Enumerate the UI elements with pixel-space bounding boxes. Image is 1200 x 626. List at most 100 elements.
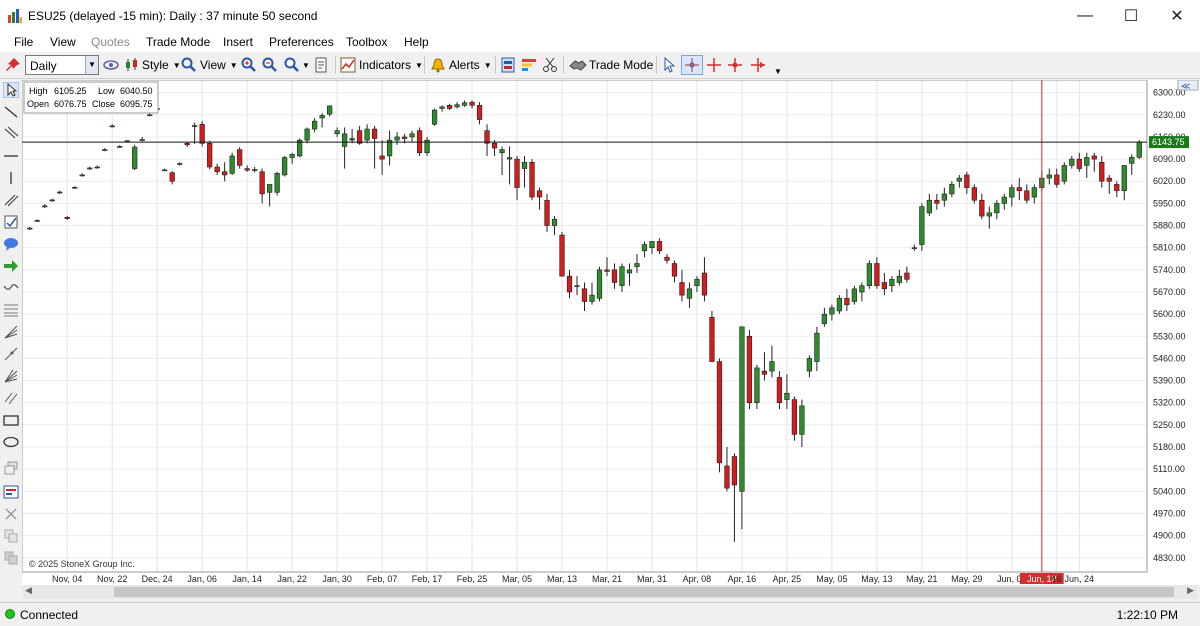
candle [529,159,535,201]
scissors-icon[interactable] [542,56,558,74]
high-value: 6105.25 [54,86,87,96]
app-logo-icon [8,9,22,23]
view-button[interactable]: View ▼ [181,56,238,74]
scroll-right-icon[interactable]: ▶ [1187,585,1194,596]
crosshair-plus-icon[interactable] [706,56,722,74]
alerts-button[interactable]: Alerts ▼ [430,56,492,74]
pitchfork-icon[interactable] [3,346,19,362]
y-tick-label: 5740.00 [1153,265,1186,275]
x-tick-label: May, 21 [906,574,937,584]
status-bar: Connected 1:22:10 PM [0,602,1200,626]
pin-icon[interactable] [5,57,21,73]
fibonacci-icon[interactable] [3,302,19,318]
bell-icon [431,58,445,73]
notes-icon[interactable] [3,214,19,230]
x-tick-label: May, 13 [861,574,892,584]
wave-icon[interactable] [3,280,19,296]
candle [431,108,438,126]
menu-toolbox[interactable]: Toolbox [346,35,387,49]
connection-status-icon [5,609,15,619]
toolbar-overflow-icon[interactable]: ▼ [774,62,782,80]
rectangle-icon[interactable] [3,412,19,428]
crosshair-arrow-icon[interactable] [750,56,766,74]
channel-icon[interactable] [3,192,19,208]
y-tick-label: 5180.00 [1153,442,1186,452]
select-arrow-icon[interactable] [3,82,19,98]
indicators-button[interactable]: Indicators ▼ [340,56,423,74]
y-tick-label: 5880.00 [1153,221,1186,231]
close-button[interactable]: ✕ [1154,0,1200,32]
ohlc-info-box: High 6105.25 Low 6040.50 Open 6076.75 Cl… [23,81,159,114]
toolbar-separator [495,56,496,74]
x-tick-label: Feb, 07 [367,574,398,584]
color-bars-icon[interactable] [521,56,537,74]
speed-lines-icon[interactable] [3,390,19,406]
maximize-button[interactable]: ☐ [1108,0,1154,32]
menu-insert[interactable]: Insert [223,35,253,49]
scrollbar-thumb[interactable] [114,587,1174,597]
layers-icon[interactable] [3,460,19,476]
chevron-down-icon[interactable]: ▼ [85,56,98,74]
pointer-cursor-icon[interactable] [661,56,677,74]
last-price-label: 6143.75 [1152,137,1185,147]
copy-drawing-icon[interactable] [3,528,19,544]
style-button[interactable]: Style ▼ [124,56,181,74]
svg-text:≪: ≪ [1181,81,1190,91]
fan-lines-icon[interactable] [3,324,19,340]
x-tick-label: Mar, 13 [547,574,577,584]
zoom-menu-button[interactable]: ▼ [284,56,310,74]
image-tool-icon[interactable] [3,484,19,500]
callout-icon[interactable] [3,236,19,252]
arrow-right-icon[interactable] [3,258,19,274]
x-tick-label: Nov, 04 [52,574,82,584]
toolbar-separator [656,56,657,74]
parallel-lines-icon[interactable] [3,125,19,141]
delete-x-icon[interactable] [3,506,19,522]
paste-drawing-icon[interactable] [3,550,19,566]
zoom-in-icon[interactable] [241,56,257,74]
gann-fan-icon[interactable] [3,368,19,384]
vertical-line-icon[interactable] [3,170,19,186]
y-tick-label: 5600.00 [1153,309,1186,319]
menu-file[interactable]: File [14,35,33,49]
trade-mode-label: Trade Mode [589,58,654,72]
menu-view[interactable]: View [50,35,76,49]
horizontal-line-icon[interactable] [3,148,19,164]
menu-quotes[interactable]: Quotes [91,35,130,49]
page-setup-icon[interactable] [313,56,329,74]
x-tick-label: Apr, 25 [773,574,802,584]
handshake-icon [569,60,587,71]
x-tick-label: Feb, 17 [412,574,443,584]
menu-help[interactable]: Help [404,35,429,49]
close-label: Close [92,99,115,109]
menu-trade-mode[interactable]: Trade Mode [146,35,210,49]
zoom-out-icon[interactable] [262,56,278,74]
trade-mode-button[interactable]: Trade Mode [569,56,653,74]
candle [791,396,798,441]
candle [559,231,565,277]
crosshair-eye-icon[interactable] [103,56,119,74]
crosshair-dot-icon[interactable] [727,56,743,74]
period-select[interactable]: Daily ▼ [25,55,99,75]
minimize-button[interactable]: — [1062,0,1108,32]
indicators-label: Indicators [359,58,412,72]
price-chart[interactable]: 6300.006230.006160.006090.006020.005950.… [22,80,1200,585]
quote-board-icon[interactable] [500,56,516,74]
collapse-panel-icon[interactable]: ≪ [1177,80,1199,91]
open-value: 6076.75 [54,99,87,109]
scroll-left-icon[interactable]: ◀ [25,585,32,596]
trendline-icon[interactable] [3,104,19,120]
candle [199,121,205,147]
chevron-down-icon: ▼ [302,60,310,70]
menu-preferences[interactable]: Preferences [269,35,334,49]
low-value: 6040.50 [120,86,153,96]
y-tick-label: 5530.00 [1153,331,1186,341]
crosshair-tool-active[interactable] [681,55,703,75]
high-label: High [29,86,48,96]
y-tick-label: 5110.00 [1153,464,1185,474]
horizontal-scrollbar[interactable]: ◀ ▶ [22,585,1197,599]
candle [919,203,925,251]
candle [866,260,872,289]
candle [746,329,753,410]
ellipse-icon[interactable] [3,434,19,450]
